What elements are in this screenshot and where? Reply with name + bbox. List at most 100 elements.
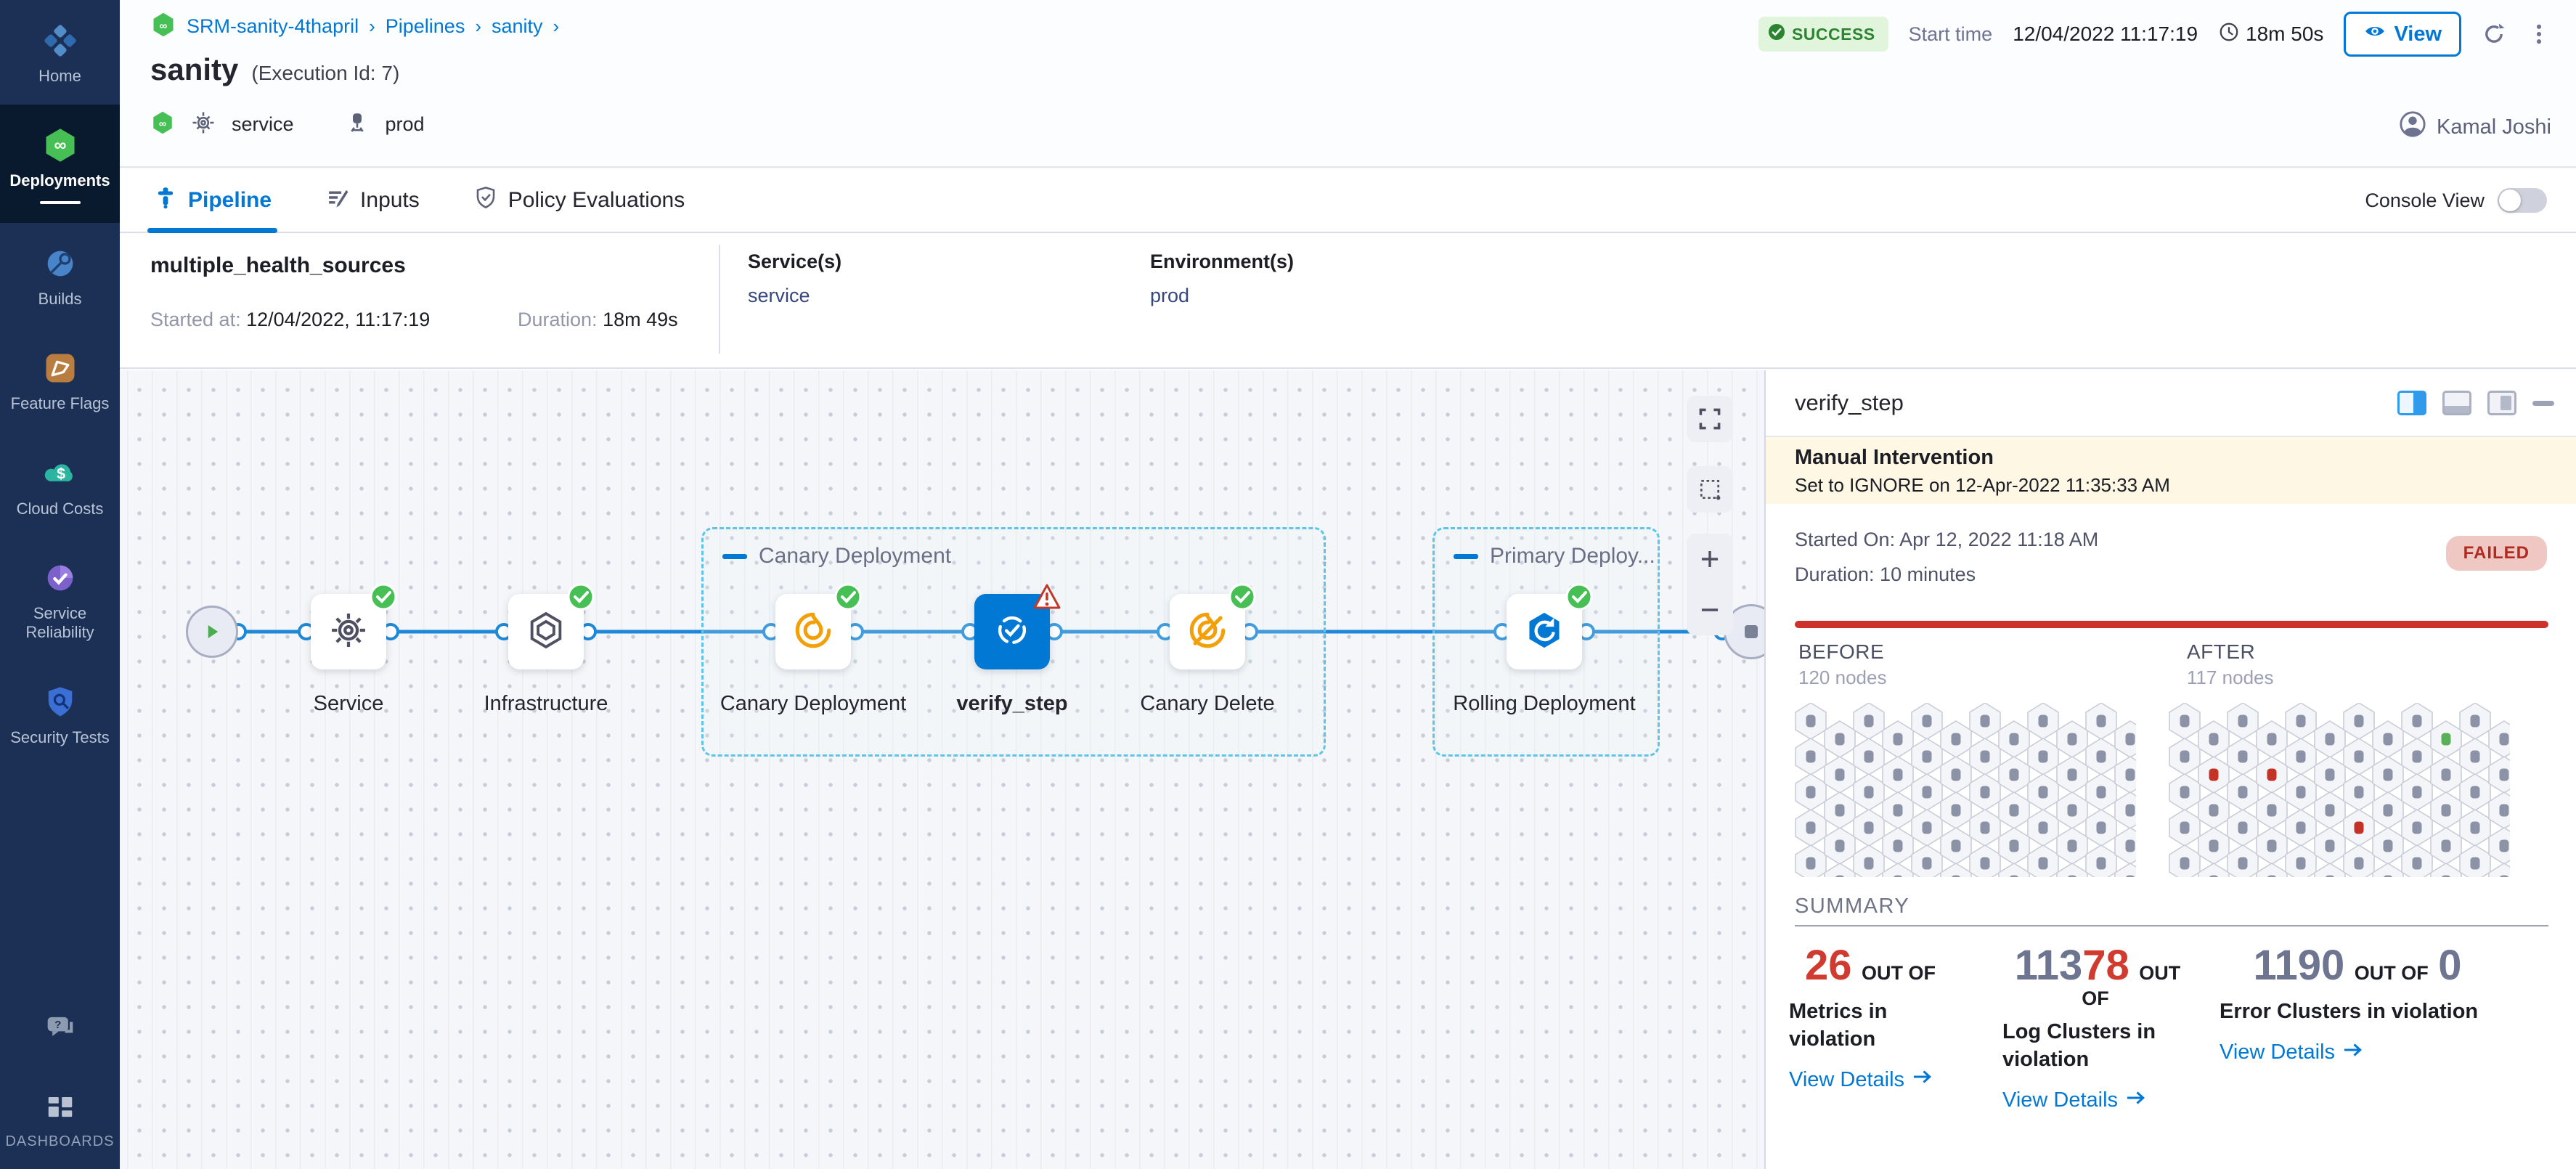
breadcrumb-separator: › [369,15,375,38]
fit-to-screen-button[interactable] [1687,396,1733,442]
pipeline-run-name: multiple_health_sources [150,253,406,278]
duration-wrap: 18m 50s [2218,21,2323,48]
active-underline [40,201,81,204]
sidebar-item-service-reliability[interactable]: Service Reliability [0,537,120,661]
banner-title: Manual Intervention [1795,446,2576,470]
sidebar-item-cloud-costs[interactable]: $ Cloud Costs [0,433,120,537]
started-at: Started at: 12/04/2022, 11:17:19 [150,309,430,331]
step-details-panel: verify_step Manual Intervention Set to I… [1764,370,2576,1169]
group-label-text: Canary Deployment [759,544,951,569]
split-right-view-icon[interactable] [2397,391,2426,415]
warning-triangle-icon [1032,582,1061,611]
stage-label: Service [254,690,443,718]
environment-link[interactable]: prod [1150,285,1294,307]
inputs-icon [325,185,350,216]
tab-policy-evaluations[interactable]: Policy Evaluations [473,169,685,232]
breadcrumb-link[interactable]: Pipelines [386,15,465,38]
service-link[interactable]: service [748,285,841,307]
collapse-group-icon[interactable] [722,554,747,559]
stage-node-infrastructure[interactable] [508,594,584,669]
sidebar-item-builds[interactable]: Builds [0,223,120,327]
user-wrap[interactable]: Kamal Joshi [2399,110,2551,144]
stage-node-service[interactable] [311,594,386,669]
svg-text:$: $ [57,464,65,482]
zoom-in-button[interactable] [1687,534,1733,584]
pipeline-start-node[interactable] [186,606,238,658]
view-details-link[interactable]: View Details [2002,1087,2193,1115]
before-count: 120 nodes [1798,667,1886,689]
run-info-bar: multiple_health_sources Started at: 12/0… [120,235,2576,369]
canarydel-stage-icon [1186,609,1228,655]
tab-bar: PipelineInputsPolicy Evaluations Console… [120,169,2576,233]
minimize-panel-button[interactable] [2532,401,2554,406]
stage-node-canary-deployment[interactable] [775,594,851,669]
zoom-out-button[interactable] [1687,584,1733,635]
tab-inputs[interactable]: Inputs [325,169,420,232]
group-label[interactable]: Canary Deployment [722,544,951,569]
arrow-right-icon [2342,1039,2364,1067]
home-icon [41,22,79,60]
stage-node-canary-delete[interactable] [1170,594,1245,669]
split-bottom-view-icon[interactable] [2442,391,2471,415]
cd-module-icon: ∞ [150,12,176,41]
pipeline-canvas[interactable]: Canary Deployment Primary Deploy... Servic… [120,370,1764,1169]
success-check-icon [1228,582,1257,611]
policy-icon [473,185,498,216]
breadcrumb-link[interactable]: SRM-sanity-4thapril [187,15,359,38]
view-details-link[interactable]: View Details [1789,1066,1956,1093]
summary-divider [1795,925,2548,926]
start-time-label: Start time [1909,23,1993,46]
summary-numbers: 1190 OUT OF 0 [2220,944,2495,988]
success-check-icon [566,582,595,611]
page-title: sanity [150,52,238,87]
sidebar-item-dashboards[interactable]: DASHBOARDS [0,1066,120,1169]
view-button[interactable]: View [2344,12,2461,57]
canary-stage-icon [792,609,834,655]
meta-service[interactable]: service [232,113,294,136]
meta-environment[interactable]: prod [386,113,425,136]
svg-text:∞: ∞ [159,118,166,130]
stage-node-rolling-deployment[interactable] [1507,594,1582,669]
summary-card-2: 11378 OUT OF Log Clusters in violationVi… [2002,944,2193,1115]
rolling-stage-icon [1523,609,1565,655]
flags-icon [41,349,79,387]
summary-title: SUMMARY [1795,895,1909,918]
stage-node-verify_step[interactable] [974,594,1050,669]
avatar-icon [2399,110,2426,144]
sidebar-item-deployments[interactable]: ∞Deployments [0,105,120,222]
sidebar-item-feature-flags[interactable]: Feature Flags [0,327,120,432]
meta-row: ∞ service prod [150,110,425,139]
deployments-icon: ∞ [41,126,79,164]
collapse-group-icon[interactable] [1454,554,1478,559]
breadcrumb-link[interactable]: sanity [492,15,543,38]
environments-col: Environment(s) prod [1150,250,1294,307]
floating-view-icon[interactable] [2487,391,2516,415]
kebab-menu-button[interactable] [2527,22,2551,46]
security-icon [41,683,79,721]
execution-id: (Execution Id: 7) [251,62,399,85]
sidebar-item-security-tests[interactable]: Security Tests [0,661,120,766]
sidebar-item-help[interactable]: ? [0,987,120,1066]
console-view-toggle[interactable] [2498,188,2547,213]
view-details-link[interactable]: View Details [2220,1039,2495,1067]
sidebar-item-label: Home [38,67,81,86]
main-area: ∞SRM-sanity-4thapril›Pipelines›sanity› s… [120,0,2576,1169]
step-duration: Duration: 10 minutes [1795,563,1976,586]
tab-pipeline[interactable]: Pipeline [153,169,272,232]
content-area: Canary Deployment Primary Deploy... Servic… [120,370,2576,1169]
summary-label: Log Clusters in violation [2002,1019,2193,1073]
dashboards-icon [41,1088,79,1125]
after-title: AFTER [2187,640,2255,664]
success-check-icon [1565,582,1594,611]
refresh-button[interactable] [2482,22,2506,46]
sidebar-item-label: Cloud Costs [17,500,104,518]
summary-card-1: 26 OUT OF Metrics in violationView Detai… [1789,944,1956,1093]
group-label[interactable]: Primary Deploy... [1454,544,1655,569]
arrow-right-icon [1912,1066,1933,1093]
zoom-controls [1687,534,1733,635]
sidebar-item-home[interactable]: Home [0,0,120,105]
failed-progress-bar [1795,621,2548,628]
costs-icon: $ [41,455,79,492]
marquee-select-button[interactable] [1687,466,1733,513]
builds-icon [41,245,79,282]
